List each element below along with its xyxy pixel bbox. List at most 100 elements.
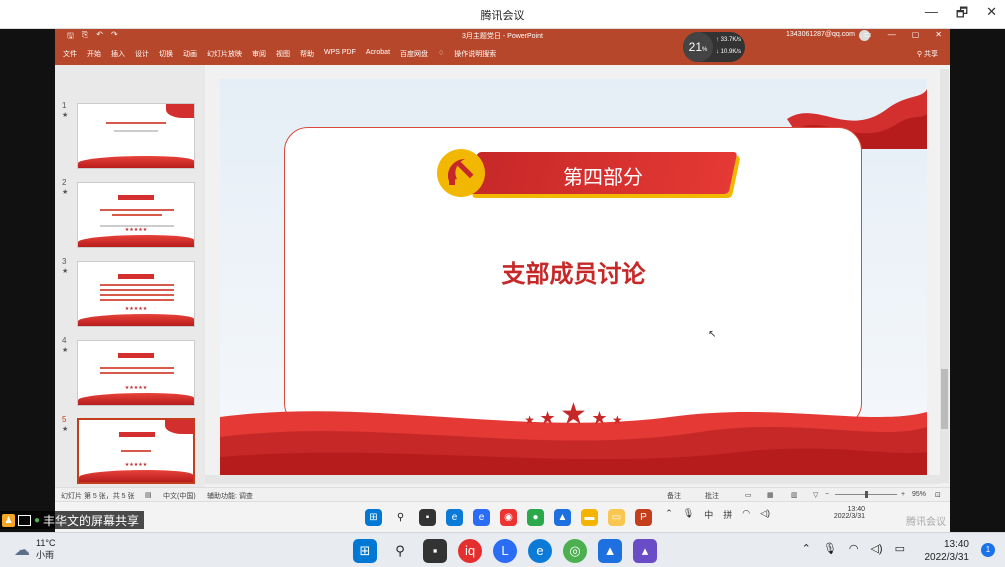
meeting-title: 腾讯会议: [480, 10, 525, 22]
menu-insert[interactable]: 插入: [111, 49, 125, 59]
powerpoint-icon[interactable]: P: [635, 509, 652, 526]
iqiyi-icon[interactable]: iq: [458, 539, 482, 563]
ppt-restore-button[interactable]: ▢: [912, 30, 920, 39]
restore-button[interactable]: 🗗: [956, 4, 968, 26]
battery-icon[interactable]: ▭: [895, 542, 905, 555]
netease-music-icon[interactable]: ◉: [500, 509, 517, 526]
slide-count-info: 幻灯片 第 5 张，共 5 张: [61, 493, 135, 500]
slide-thumbnail-1[interactable]: [77, 103, 195, 169]
search-icon[interactable]: ⚲: [388, 539, 412, 563]
slideshow-icon[interactable]: ▽: [813, 491, 818, 499]
scroll-thumb[interactable]: [941, 369, 948, 429]
chat-app-icon[interactable]: ●: [527, 509, 544, 526]
wifi-icon[interactable]: ◠: [742, 508, 750, 521]
menu-file[interactable]: 文件: [63, 49, 77, 59]
notes-page-icon[interactable]: ▤: [145, 491, 152, 499]
volume-icon[interactable]: ◁): [870, 542, 882, 555]
ime-pinyin[interactable]: 拼: [723, 508, 732, 521]
menu-animations[interactable]: 动画: [183, 49, 197, 59]
slide-thumbnail-2[interactable]: ★★★★★: [77, 182, 195, 248]
close-button[interactable]: ✕: [986, 4, 997, 26]
animation-star-icon: ★: [62, 112, 69, 119]
hammer-sickle-icon: [437, 149, 485, 197]
minimize-button[interactable]: —: [925, 4, 938, 26]
menu-acrobat[interactable]: Acrobat: [366, 49, 390, 59]
reading-view-icon[interactable]: ▥: [791, 491, 798, 499]
animation-star-icon: ★: [62, 268, 69, 275]
upload-speed-unit: K/s: [732, 37, 742, 43]
browser-icon[interactable]: e: [473, 509, 490, 526]
ppt-minimize-button[interactable]: —: [888, 30, 896, 39]
windows-start-icon[interactable]: ⊞: [353, 539, 377, 563]
bilibili-icon[interactable]: L: [493, 539, 517, 563]
ppt-close-button[interactable]: ✕: [935, 30, 942, 39]
wifi-icon[interactable]: ◠: [849, 542, 859, 555]
vertical-scrollbar[interactable]: [940, 69, 949, 483]
cpu-usage-badge: 21%: [683, 32, 713, 62]
edge-icon[interactable]: e: [528, 539, 552, 563]
mic-icon[interactable]: 🎙: [683, 508, 694, 521]
ppt-menubar: 文件 开始 插入 设计 切换 动画 幻灯片放映 审阅 视图 帮助 WPS PDF…: [63, 49, 496, 59]
star-icon: ★: [524, 413, 535, 427]
weather-widget[interactable]: ☁ 11°C 小雨: [14, 538, 55, 561]
upload-speed-value: 33.7: [720, 37, 733, 43]
thumb-text-line: [112, 214, 162, 216]
edge-icon[interactable]: e: [446, 509, 463, 526]
slide-thumbnail-5[interactable]: ★★★★★: [77, 418, 195, 484]
thumb-text-line: [100, 284, 174, 286]
accessibility-status[interactable]: 辅助功能: 调查: [207, 491, 253, 501]
share-button[interactable]: ⚲ 共享: [917, 49, 938, 59]
screen-share-area: 🖫 ⎘ ↶ ↷ 3月主题党日 - PowerPoint 1343061287@q…: [0, 29, 1005, 532]
volume-icon[interactable]: ◁): [760, 508, 770, 521]
chrome-icon[interactable]: ◎: [563, 539, 587, 563]
ribbon-display-icon[interactable]: ▭: [864, 30, 872, 39]
zoom-level[interactable]: 95%: [912, 491, 926, 498]
slide-thumbnail-4[interactable]: ★★★★★: [77, 340, 195, 406]
chevron-up-icon[interactable]: ⌃: [802, 542, 811, 555]
thumb-header-bar: [118, 353, 154, 358]
slide-sorter-icon[interactable]: ▦: [767, 491, 774, 499]
meeting-watermark: 腾讯会议: [906, 517, 946, 528]
comments-button[interactable]: 批注: [705, 491, 719, 501]
shared-clock[interactable]: 13:40 2022/3/31: [834, 506, 865, 520]
fit-window-icon[interactable]: ⊡: [935, 491, 941, 499]
menu-view[interactable]: 视图: [276, 49, 290, 59]
host-time: 13:40: [943, 539, 969, 550]
host-clock[interactable]: 13:40 2022/3/31: [925, 538, 970, 564]
menu-help[interactable]: 帮助: [300, 49, 314, 59]
slide-thumbnail-3[interactable]: ★★★★★: [77, 261, 195, 327]
ime-chinese[interactable]: 中: [704, 508, 713, 521]
slide-canvas[interactable]: 第四部分 支部成员讨论 ★ ★ ★ ★ ★ ↖: [220, 79, 927, 477]
search-icon[interactable]: ⚲: [392, 509, 409, 526]
notes-button[interactable]: 备注: [667, 491, 681, 501]
language-indicator[interactable]: 中文(中国): [163, 491, 196, 501]
tencent-meeting-icon[interactable]: ▲: [598, 539, 622, 563]
menu-design[interactable]: 设计: [135, 49, 149, 59]
menu-home[interactable]: 开始: [87, 49, 101, 59]
account-email[interactable]: 1343061287@qq.com: [786, 31, 855, 38]
zoom-slider-knob[interactable]: [865, 491, 868, 498]
slide-number: 3: [62, 257, 67, 266]
windows-start-icon[interactable]: ⊞: [365, 509, 382, 526]
menu-wps-pdf[interactable]: WPS PDF: [324, 49, 356, 59]
menu-baidu-netdisk[interactable]: 百度网盘: [400, 49, 428, 59]
app-icon[interactable]: ▴: [633, 539, 657, 563]
file-explorer-icon[interactable]: ▬: [581, 509, 598, 526]
zoom-in-icon[interactable]: +: [901, 491, 905, 498]
menu-review[interactable]: 审阅: [252, 49, 266, 59]
ppt-status-bar: 幻灯片 第 5 张，共 5 张 ▤ 中文(中国) 辅助功能: 调查 备注 批注 …: [55, 487, 950, 501]
zoom-out-icon[interactable]: −: [825, 491, 829, 498]
menu-slideshow[interactable]: 幻灯片放映: [207, 49, 242, 59]
notes-app-icon[interactable]: ▭: [608, 509, 625, 526]
mic-icon[interactable]: 🎙: [823, 542, 837, 555]
tell-me-search[interactable]: 操作说明搜索: [454, 49, 496, 59]
lightbulb-icon: ♢: [438, 50, 445, 57]
task-view-icon[interactable]: ▪: [423, 539, 447, 563]
notification-badge[interactable]: 1: [981, 543, 995, 557]
normal-view-icon[interactable]: ▭: [745, 491, 752, 499]
tencent-meeting-icon[interactable]: ▲: [554, 509, 571, 526]
chevron-up-icon[interactable]: ⌃: [665, 508, 673, 521]
task-view-icon[interactable]: ▪: [419, 509, 436, 526]
horizontal-scrollbar[interactable]: [205, 475, 940, 484]
menu-transitions[interactable]: 切换: [159, 49, 173, 59]
